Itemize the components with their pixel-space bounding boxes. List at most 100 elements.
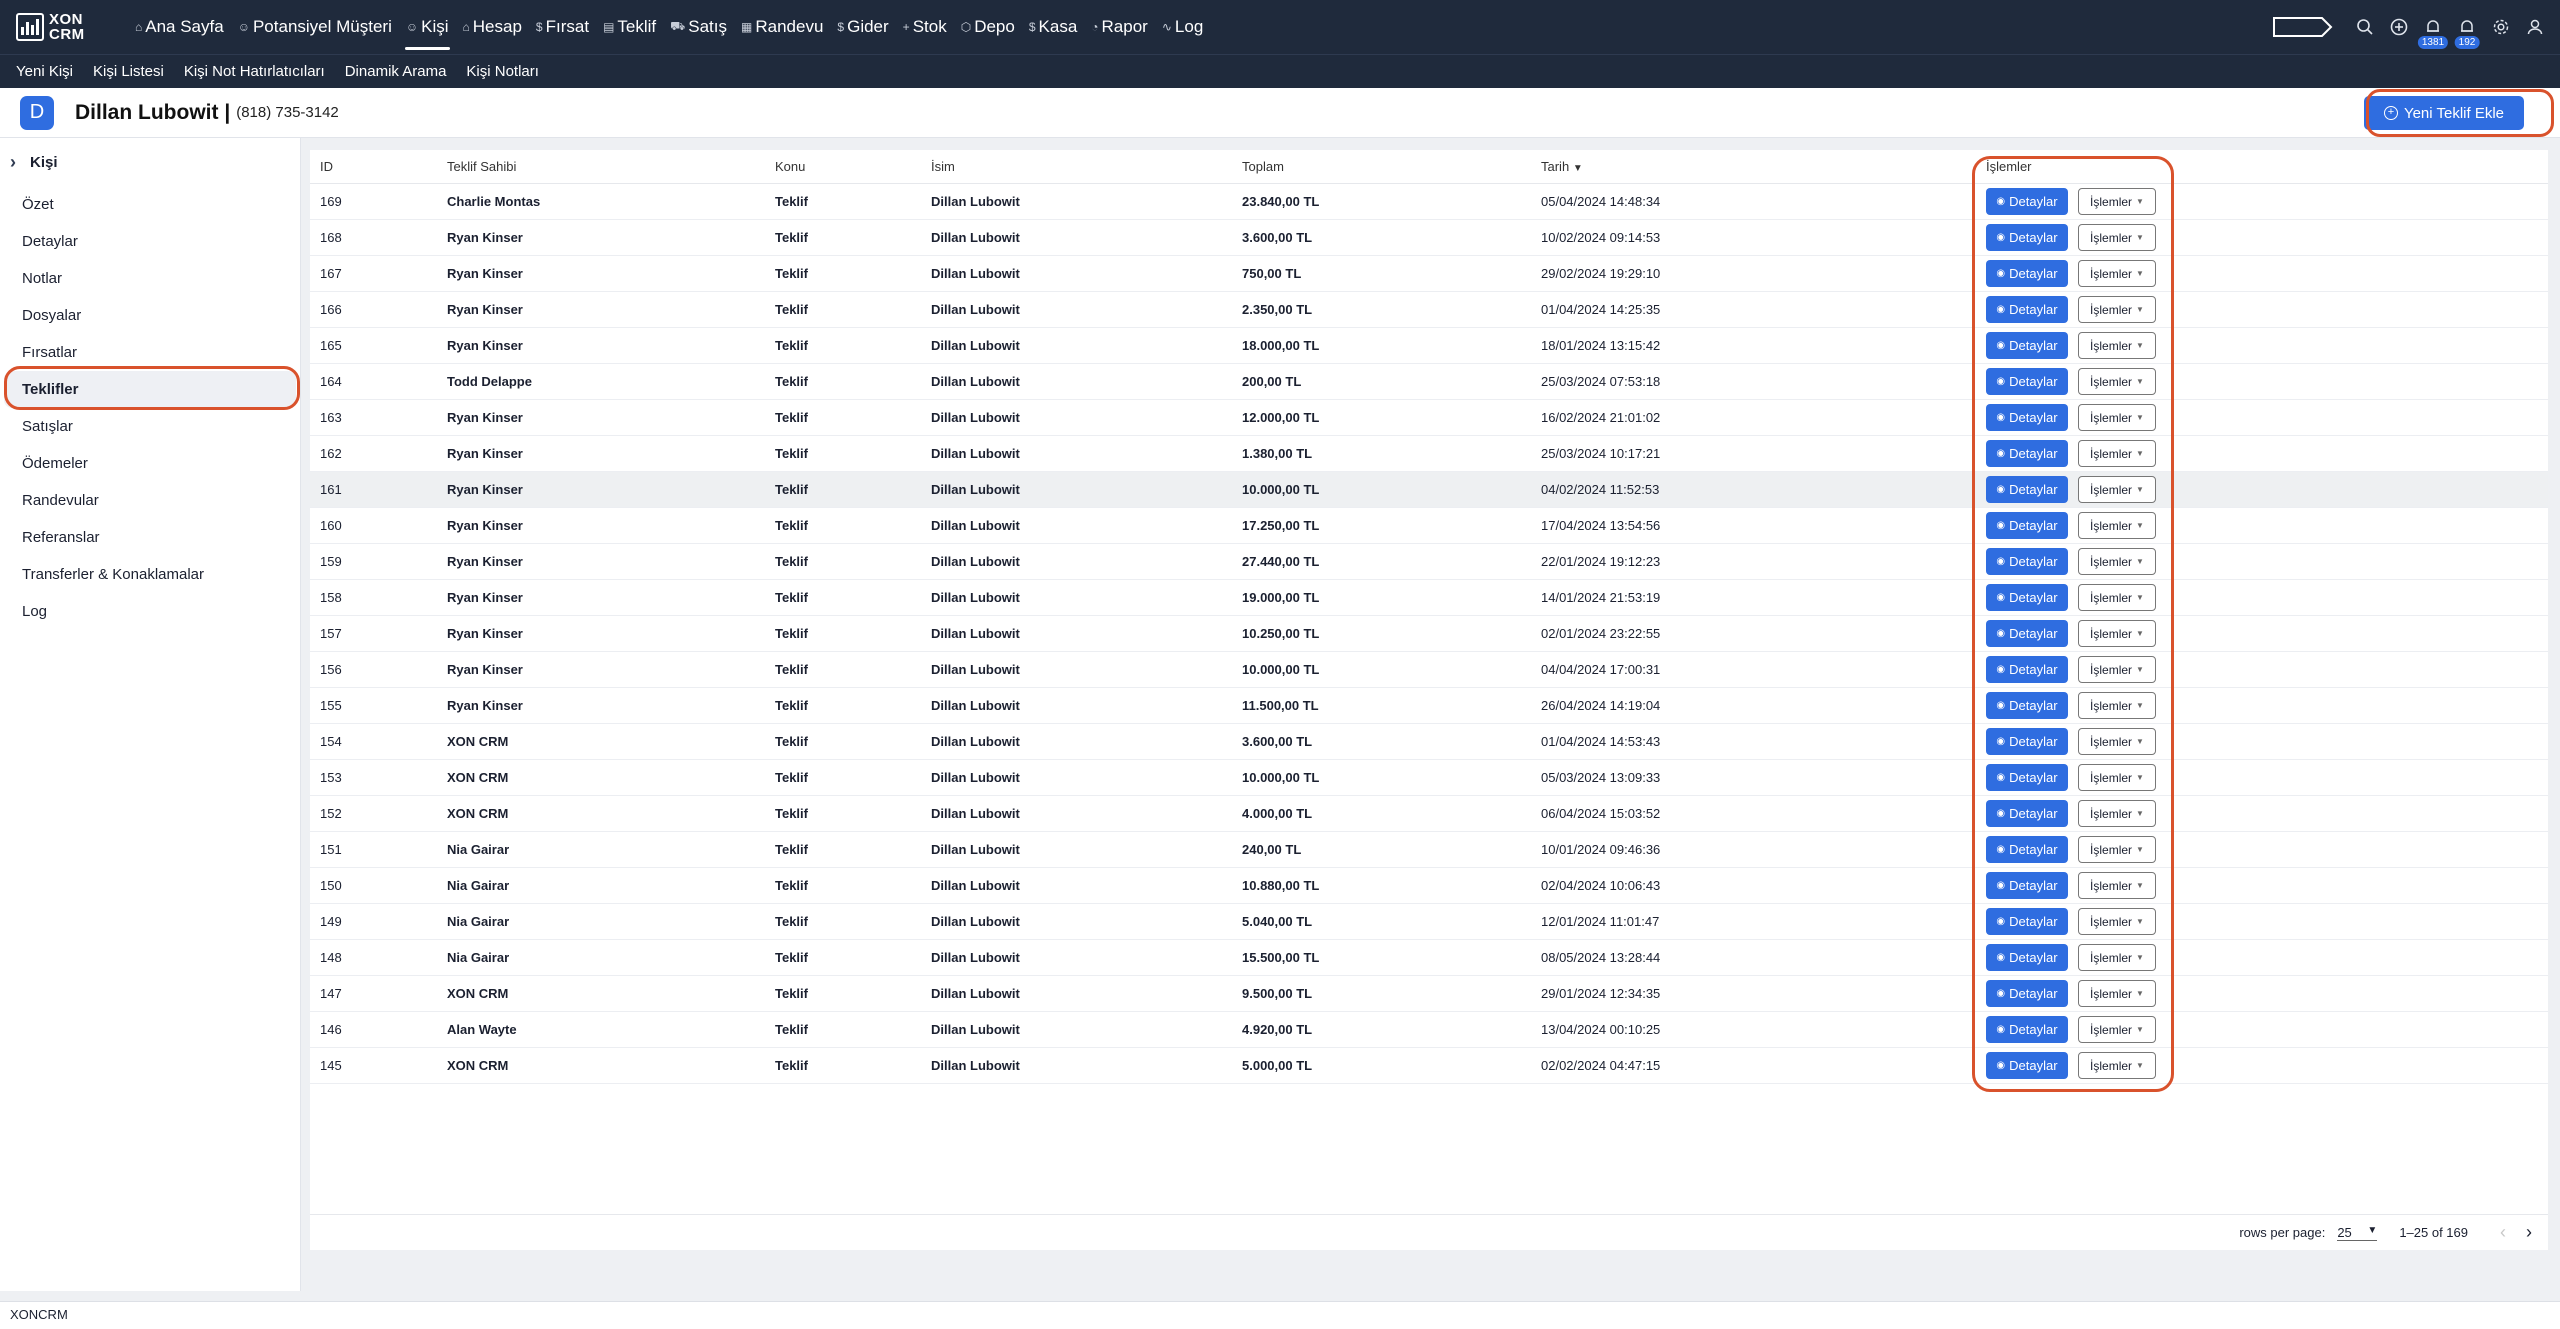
- caret-down-icon: ▼: [2367, 1224, 2378, 1236]
- table-row[interactable]: 164 Todd Delappe Teklif Dillan Lubowit 200,0…: [310, 364, 2548, 400]
- cell-id: 158: [320, 590, 342, 605]
- nav-item-label: Gider: [847, 17, 889, 36]
- add-circle-icon[interactable]: [2382, 0, 2416, 54]
- table-row[interactable]: 155 Ryan Kinser Teklif Dillan Lubowit 11.500…: [310, 688, 2548, 724]
- table-row[interactable]: 146 Alan Wayte Teklif Dillan Lubowit 4.920,0…: [310, 1012, 2548, 1048]
- table-row[interactable]: 149 Nia Gairar Teklif Dillan Lubowit 5.040,0…: [310, 904, 2548, 940]
- rows-per-page-select[interactable]: 25 ▼: [2337, 1224, 2378, 1241]
- table-row[interactable]: 165 Ryan Kinser Teklif Dillan Lubowit 18.000…: [310, 328, 2548, 364]
- table-row[interactable]: 163 Ryan Kinser Teklif Dillan Lubowit 12.000…: [310, 400, 2548, 436]
- subnav-item-0[interactable]: Yeni Kişi: [6, 63, 83, 80]
- column-header-date[interactable]: Tarih ▼: [1541, 159, 1583, 174]
- nav-item-8[interactable]: $ Gider: [830, 0, 895, 54]
- brand-logo[interactable]: XON CRM: [16, 12, 112, 42]
- subnav-item-3[interactable]: Dinamik Arama: [335, 63, 457, 80]
- nav-item-7[interactable]: ▦ Randevu: [734, 0, 830, 54]
- table-row[interactable]: 147 XON CRM Teklif Dillan Lubowit 9.500,00 T…: [310, 976, 2548, 1012]
- prev-page-icon[interactable]: ‹: [2490, 1222, 2516, 1243]
- nav-item-label: Satış: [688, 17, 727, 36]
- sidebar-item-0[interactable]: Özet: [4, 186, 296, 223]
- table-row[interactable]: 162 Ryan Kinser Teklif Dillan Lubowit 1.380,…: [310, 436, 2548, 472]
- nav-item-5[interactable]: ▤ Teklif: [596, 0, 663, 54]
- sidebar-item-6[interactable]: Satışlar: [4, 408, 296, 445]
- nav-item-6[interactable]: ⛟ Satış: [663, 0, 734, 54]
- cell-topic: Teklif: [775, 338, 808, 353]
- sidebar-item-11[interactable]: Log: [4, 593, 296, 630]
- cell-id: 161: [320, 482, 342, 497]
- nav-icon: ∿: [1161, 20, 1172, 34]
- sidebar-item-3[interactable]: Dosyalar: [4, 297, 296, 334]
- user-icon[interactable]: [2518, 0, 2552, 54]
- nav-item-9[interactable]: + Stok: [896, 0, 954, 54]
- table-row[interactable]: 148 Nia Gairar Teklif Dillan Lubowit 15.500,…: [310, 940, 2548, 976]
- sidebar-item-7[interactable]: Ödemeler: [4, 445, 296, 482]
- sidebar-item-9[interactable]: Referanslar: [4, 519, 296, 556]
- table-row[interactable]: 153 XON CRM Teklif Dillan Lubowit 10.000,00 …: [310, 760, 2548, 796]
- notification-badge: 192: [2454, 36, 2480, 49]
- cell-name: Dillan Lubowit: [931, 986, 1020, 1001]
- nav-item-label: Hesap: [472, 17, 522, 36]
- next-page-icon[interactable]: ›: [2516, 1222, 2542, 1243]
- cell-id: 166: [320, 302, 342, 317]
- cell-id: 165: [320, 338, 342, 353]
- cell-topic: Teklif: [775, 230, 808, 245]
- cell-total: 10.250,00 TL: [1242, 626, 1320, 641]
- column-header-topic[interactable]: Konu: [775, 159, 805, 174]
- table-row[interactable]: 161 Ryan Kinser Teklif Dillan Lubowit 10.000…: [310, 472, 2548, 508]
- sidebar-item-10[interactable]: Transferler & Konaklamalar: [4, 556, 296, 593]
- table-row[interactable]: 152 XON CRM Teklif Dillan Lubowit 4.000,00 T…: [310, 796, 2548, 832]
- table-row[interactable]: 160 Ryan Kinser Teklif Dillan Lubowit 17.250…: [310, 508, 2548, 544]
- nav-item-2[interactable]: ☺ Kişi: [399, 0, 456, 54]
- nav-item-13[interactable]: ∿ Log: [1155, 0, 1210, 54]
- bell-icon[interactable]: 192: [2450, 0, 2484, 54]
- table-row[interactable]: 166 Ryan Kinser Teklif Dillan Lubowit 2.350,…: [310, 292, 2548, 328]
- nav-item-12[interactable]: ◔ Rapor: [1084, 0, 1155, 54]
- cell-total: 2.350,00 TL: [1242, 302, 1313, 317]
- cell-id: 151: [320, 842, 342, 857]
- sidebar-item-8[interactable]: Randevular: [4, 482, 296, 519]
- table-row[interactable]: 158 Ryan Kinser Teklif Dillan Lubowit 19.000…: [310, 580, 2548, 616]
- cell-owner: XON CRM: [447, 770, 509, 785]
- column-header-id[interactable]: ID: [320, 159, 333, 174]
- cell-date: 01/04/2024 14:25:35: [1541, 302, 1661, 317]
- gear-icon[interactable]: [2484, 0, 2518, 54]
- nav-item-label: Stok: [912, 17, 947, 36]
- rows-per-page-value: 25: [2337, 1224, 2352, 1240]
- table-row[interactable]: 168 Ryan Kinser Teklif Dillan Lubowit 3.600,…: [310, 220, 2548, 256]
- nav-item-3[interactable]: ⌂ Hesap: [456, 0, 529, 54]
- nav-item-11[interactable]: $ Kasa: [1022, 0, 1084, 54]
- bell-icon[interactable]: 1381: [2416, 0, 2450, 54]
- nav-item-1[interactable]: ☺ Potansiyel Müşteri: [231, 0, 399, 54]
- subnav-item-1[interactable]: Kişi Listesi: [83, 63, 174, 80]
- search-icon[interactable]: [2348, 0, 2382, 54]
- cell-topic: Teklif: [775, 518, 808, 533]
- table-row[interactable]: 154 XON CRM Teklif Dillan Lubowit 3.600,00 T…: [310, 724, 2548, 760]
- cell-owner: XON CRM: [447, 1058, 509, 1073]
- sidebar-heading[interactable]: › Kişi: [0, 138, 300, 186]
- table-row[interactable]: 156 Ryan Kinser Teklif Dillan Lubowit 10.000…: [310, 652, 2548, 688]
- nav-item-label: Rapor: [1101, 17, 1148, 36]
- table-row[interactable]: 169 Charlie Montas Teklif Dillan Lubowit 23.…: [310, 184, 2548, 220]
- nav-item-4[interactable]: $ Fırsat: [529, 0, 596, 54]
- table-row[interactable]: 145 XON CRM Teklif Dillan Lubowit 5.000,00 T…: [310, 1048, 2548, 1084]
- sidebar-item-1[interactable]: Detaylar: [4, 223, 296, 260]
- subnav-item-2[interactable]: Kişi Not Hatırlatıcıları: [174, 63, 335, 80]
- cell-date: 06/04/2024 15:03:52: [1541, 806, 1661, 821]
- column-header-name[interactable]: İsim: [931, 159, 955, 174]
- column-header-owner[interactable]: Teklif Sahibi: [447, 159, 516, 174]
- column-header-total[interactable]: Toplam: [1242, 159, 1284, 174]
- subnav-item-4[interactable]: Kişi Notları: [456, 63, 549, 80]
- cell-name: Dillan Lubowit: [931, 554, 1020, 569]
- cell-total: 12.000,00 TL: [1242, 410, 1320, 425]
- nav-item-10[interactable]: ⬡ Depo: [954, 0, 1022, 54]
- table-row[interactable]: 150 Nia Gairar Teklif Dillan Lubowit 10.880,…: [310, 868, 2548, 904]
- nav-item-0[interactable]: ⌂ Ana Sayfa: [128, 0, 231, 54]
- sidebar-item-2[interactable]: Notlar: [4, 260, 296, 297]
- arrow-shape-icon[interactable]: [2272, 15, 2334, 39]
- table-row[interactable]: 151 Nia Gairar Teklif Dillan Lubowit 240,00 …: [310, 832, 2548, 868]
- pagination: rows per page: 25 ▼ 1–25 of 169 ‹ ›: [310, 1214, 2548, 1250]
- table-row[interactable]: 167 Ryan Kinser Teklif Dillan Lubowit 750,00…: [310, 256, 2548, 292]
- table-row[interactable]: 159 Ryan Kinser Teklif Dillan Lubowit 27.440…: [310, 544, 2548, 580]
- table-row[interactable]: 157 Ryan Kinser Teklif Dillan Lubowit 10.250…: [310, 616, 2548, 652]
- cell-total: 4.000,00 TL: [1242, 806, 1313, 821]
